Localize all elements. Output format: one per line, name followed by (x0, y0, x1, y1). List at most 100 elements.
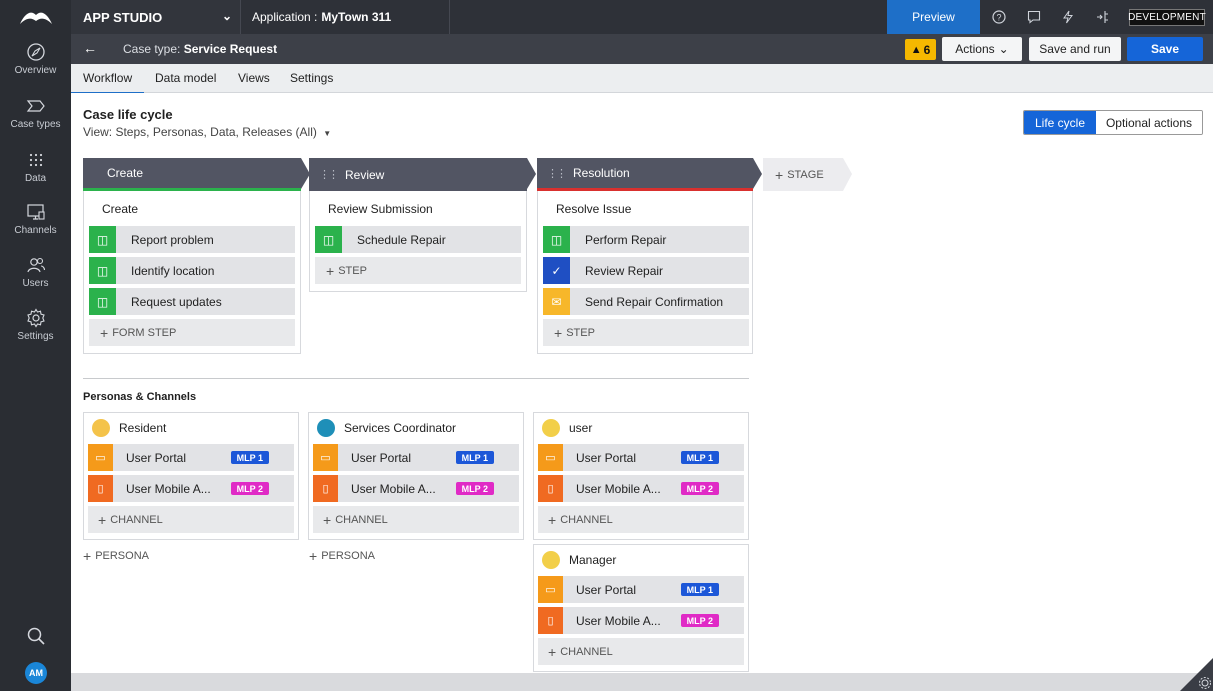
caret-down-icon: ▼ (323, 129, 332, 138)
persona-header[interactable]: Resident (92, 419, 166, 437)
monitor-icon (26, 204, 45, 220)
step-label: Report problem (131, 232, 214, 247)
step-perform-repair[interactable]: ◫ Perform Repair (543, 226, 749, 253)
toggle-life-cycle[interactable]: Life cycle (1024, 111, 1096, 134)
step-review-repair[interactable]: ✓ Review Repair (543, 257, 749, 284)
add-step-label: FORM STEP (112, 326, 177, 339)
add-stage-label: STAGE (787, 168, 824, 181)
nav-overview[interactable]: Overview (0, 42, 71, 76)
add-persona-label: PERSONA (321, 550, 375, 562)
stage-name: Create (107, 166, 144, 180)
process-name[interactable]: Resolve Issue (556, 202, 631, 216)
add-persona-button[interactable]: + PERSONA (83, 548, 149, 564)
case-type-title: Case type: Service Request (123, 42, 277, 56)
page-title: Case life cycle (83, 107, 173, 122)
drag-handle-icon[interactable]: ⋮⋮ (319, 168, 339, 181)
nav-channels[interactable]: Channels (0, 202, 71, 236)
release-badge: MLP 2 (230, 482, 269, 495)
channel-user-portal[interactable]: ▭ User Portal MLP 1 (538, 576, 744, 603)
step-send-repair-confirmation[interactable]: ✉ Send Repair Confirmation (543, 288, 749, 315)
channel-user-portal[interactable]: ▭ User Portal MLP 1 (313, 444, 519, 471)
stage-review[interactable]: ⋮⋮ Review (309, 158, 527, 191)
pega-logo[interactable] (0, 0, 71, 34)
settings-corner-icon[interactable] (1180, 658, 1213, 691)
nav-case-types[interactable]: Case types (0, 96, 71, 130)
studio-switcher[interactable]: APP STUDIO ⌄ (71, 0, 241, 34)
channel-user-mobile[interactable]: ▯ User Mobile A... MLP 2 (313, 475, 519, 502)
actions-menu-button[interactable]: Actions ⌄ (942, 37, 1022, 61)
users-icon (26, 257, 45, 273)
process-name[interactable]: Create (102, 202, 138, 216)
application-switcher[interactable]: Application : MyTown 311 (241, 0, 450, 34)
grid-dots-icon (29, 153, 42, 167)
save-button[interactable]: Save (1127, 37, 1203, 61)
tracer-icon[interactable] (1094, 8, 1112, 26)
user-avatar[interactable]: AM (25, 662, 47, 684)
channel-user-portal[interactable]: ▭ User Portal MLP 1 (538, 444, 744, 471)
form-icon: ◫ (543, 226, 570, 253)
persona-header[interactable]: Services Coordinator (317, 419, 456, 437)
portal-icon: ▭ (313, 444, 338, 471)
chat-icon[interactable] (1025, 8, 1043, 26)
plus-icon: + (83, 548, 92, 564)
release-badge: MLP 2 (680, 482, 719, 495)
persona-card-resident: Resident ▭ User Portal MLP 1 ▯ User Mobi… (83, 412, 299, 540)
step-schedule-repair[interactable]: ◫ Schedule Repair (315, 226, 521, 253)
tab-data-model[interactable]: Data model (155, 71, 216, 85)
stage-create[interactable]: Create (83, 158, 301, 191)
drag-handle-icon[interactable]: ⋮⋮ (547, 167, 567, 180)
plus-icon: + (548, 511, 557, 528)
add-stage-button[interactable]: + STAGE (763, 158, 843, 191)
search-button[interactable] (0, 626, 71, 649)
add-form-step-button[interactable]: + FORM STEP (89, 319, 295, 346)
add-step-button[interactable]: + STEP (543, 319, 749, 346)
release-badge: MLP 1 (680, 451, 719, 464)
add-channel-button[interactable]: + CHANNEL (88, 506, 294, 533)
help-icon[interactable]: ? (990, 8, 1008, 26)
stage-resolution[interactable]: ⋮⋮ Resolution (537, 158, 753, 191)
add-channel-button[interactable]: + CHANNEL (538, 638, 744, 665)
add-channel-label: CHANNEL (560, 513, 613, 526)
channel-user-mobile[interactable]: ▯ User Mobile A... MLP 2 (88, 475, 294, 502)
persona-header[interactable]: user (542, 419, 592, 437)
persona-name: Resident (119, 421, 167, 435)
actions-label: Actions (955, 42, 995, 56)
form-icon: ◫ (89, 226, 116, 253)
view-filter[interactable]: View: Steps, Personas, Data, Releases (A… (83, 125, 331, 139)
add-channel-button[interactable]: + CHANNEL (538, 506, 744, 533)
step-request-updates[interactable]: ◫ Request updates (89, 288, 295, 315)
warnings-button[interactable]: ▲ 6 (905, 39, 936, 60)
persona-card-manager: Manager ▭ User Portal MLP 1 ▯ User Mobil… (533, 544, 749, 672)
persona-header[interactable]: Manager (542, 551, 616, 569)
toggle-optional-actions[interactable]: Optional actions (1096, 111, 1202, 134)
add-persona-button[interactable]: + PERSONA (309, 548, 375, 564)
save-and-run-button[interactable]: Save and run (1029, 37, 1121, 61)
plus-icon: + (100, 324, 109, 341)
add-channel-button[interactable]: + CHANNEL (313, 506, 519, 533)
channel-user-portal[interactable]: ▭ User Portal MLP 1 (88, 444, 294, 471)
channel-user-mobile[interactable]: ▯ User Mobile A... MLP 2 (538, 475, 744, 502)
preview-button[interactable]: Preview (887, 0, 980, 34)
channel-label: User Mobile A... (576, 613, 661, 628)
step-report-problem[interactable]: ◫ Report problem (89, 226, 295, 253)
channel-label: User Portal (351, 450, 412, 465)
tab-views[interactable]: Views (238, 71, 270, 85)
release-badge: MLP 1 (230, 451, 269, 464)
channel-user-mobile[interactable]: ▯ User Mobile A... MLP 2 (538, 607, 744, 634)
tab-settings[interactable]: Settings (290, 71, 333, 85)
nav-users[interactable]: Users (0, 255, 71, 289)
tab-workflow[interactable]: Workflow (70, 71, 145, 94)
form-icon: ◫ (315, 226, 342, 253)
back-arrow-icon[interactable]: ← (83, 40, 97, 56)
view-filter-label: View: Steps, Personas, Data, Releases (A… (83, 125, 317, 139)
add-step-button[interactable]: + STEP (315, 257, 521, 284)
nav-settings[interactable]: Settings (0, 308, 71, 342)
persona-name: Manager (569, 553, 617, 567)
step-identify-location[interactable]: ◫ Identify location (89, 257, 295, 284)
process-name[interactable]: Review Submission (328, 202, 433, 216)
channel-label: User Mobile A... (576, 481, 661, 496)
channel-label: User Portal (576, 582, 637, 597)
nav-data[interactable]: Data (0, 150, 71, 184)
lightning-icon[interactable] (1059, 8, 1077, 26)
chevron-down-icon: ⌄ (221, 9, 232, 23)
